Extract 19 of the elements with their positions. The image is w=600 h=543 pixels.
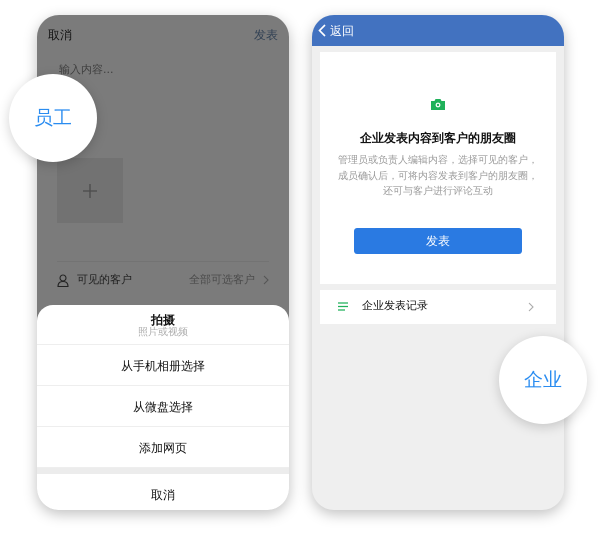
plus-icon [82,182,98,198]
chevron-icon [528,302,534,312]
card-description: 管理员或负责人编辑内容，选择可见的客户，成员确认后，可将内容发表到客户的朋友圈，还可与客户进行评论互动 [337,154,539,199]
chevron-icon [263,275,269,286]
person-icon [57,274,69,287]
sheet-title[interactable]: 拍摄 [151,312,175,327]
card-title: 企业发表内容到客户的朋友圈 [358,130,517,147]
camera-icon [431,99,445,110]
record-label: 企业发表记录 [362,298,428,314]
add-media-button[interactable] [57,158,123,223]
cancel-button[interactable]: 取消 [48,26,72,44]
back-icon [318,24,326,37]
publish-button[interactable]: 发表 [354,228,522,254]
back-button[interactable]: 返回 [312,22,354,40]
list-icon [338,302,348,311]
employee-badge: 员工 [9,74,97,162]
record-list-item[interactable]: 企业发表记录 [320,290,556,324]
visible-customers-label: 可见的客户 [77,272,132,288]
sheet-subtitle: 照片或视频 [137,327,189,338]
